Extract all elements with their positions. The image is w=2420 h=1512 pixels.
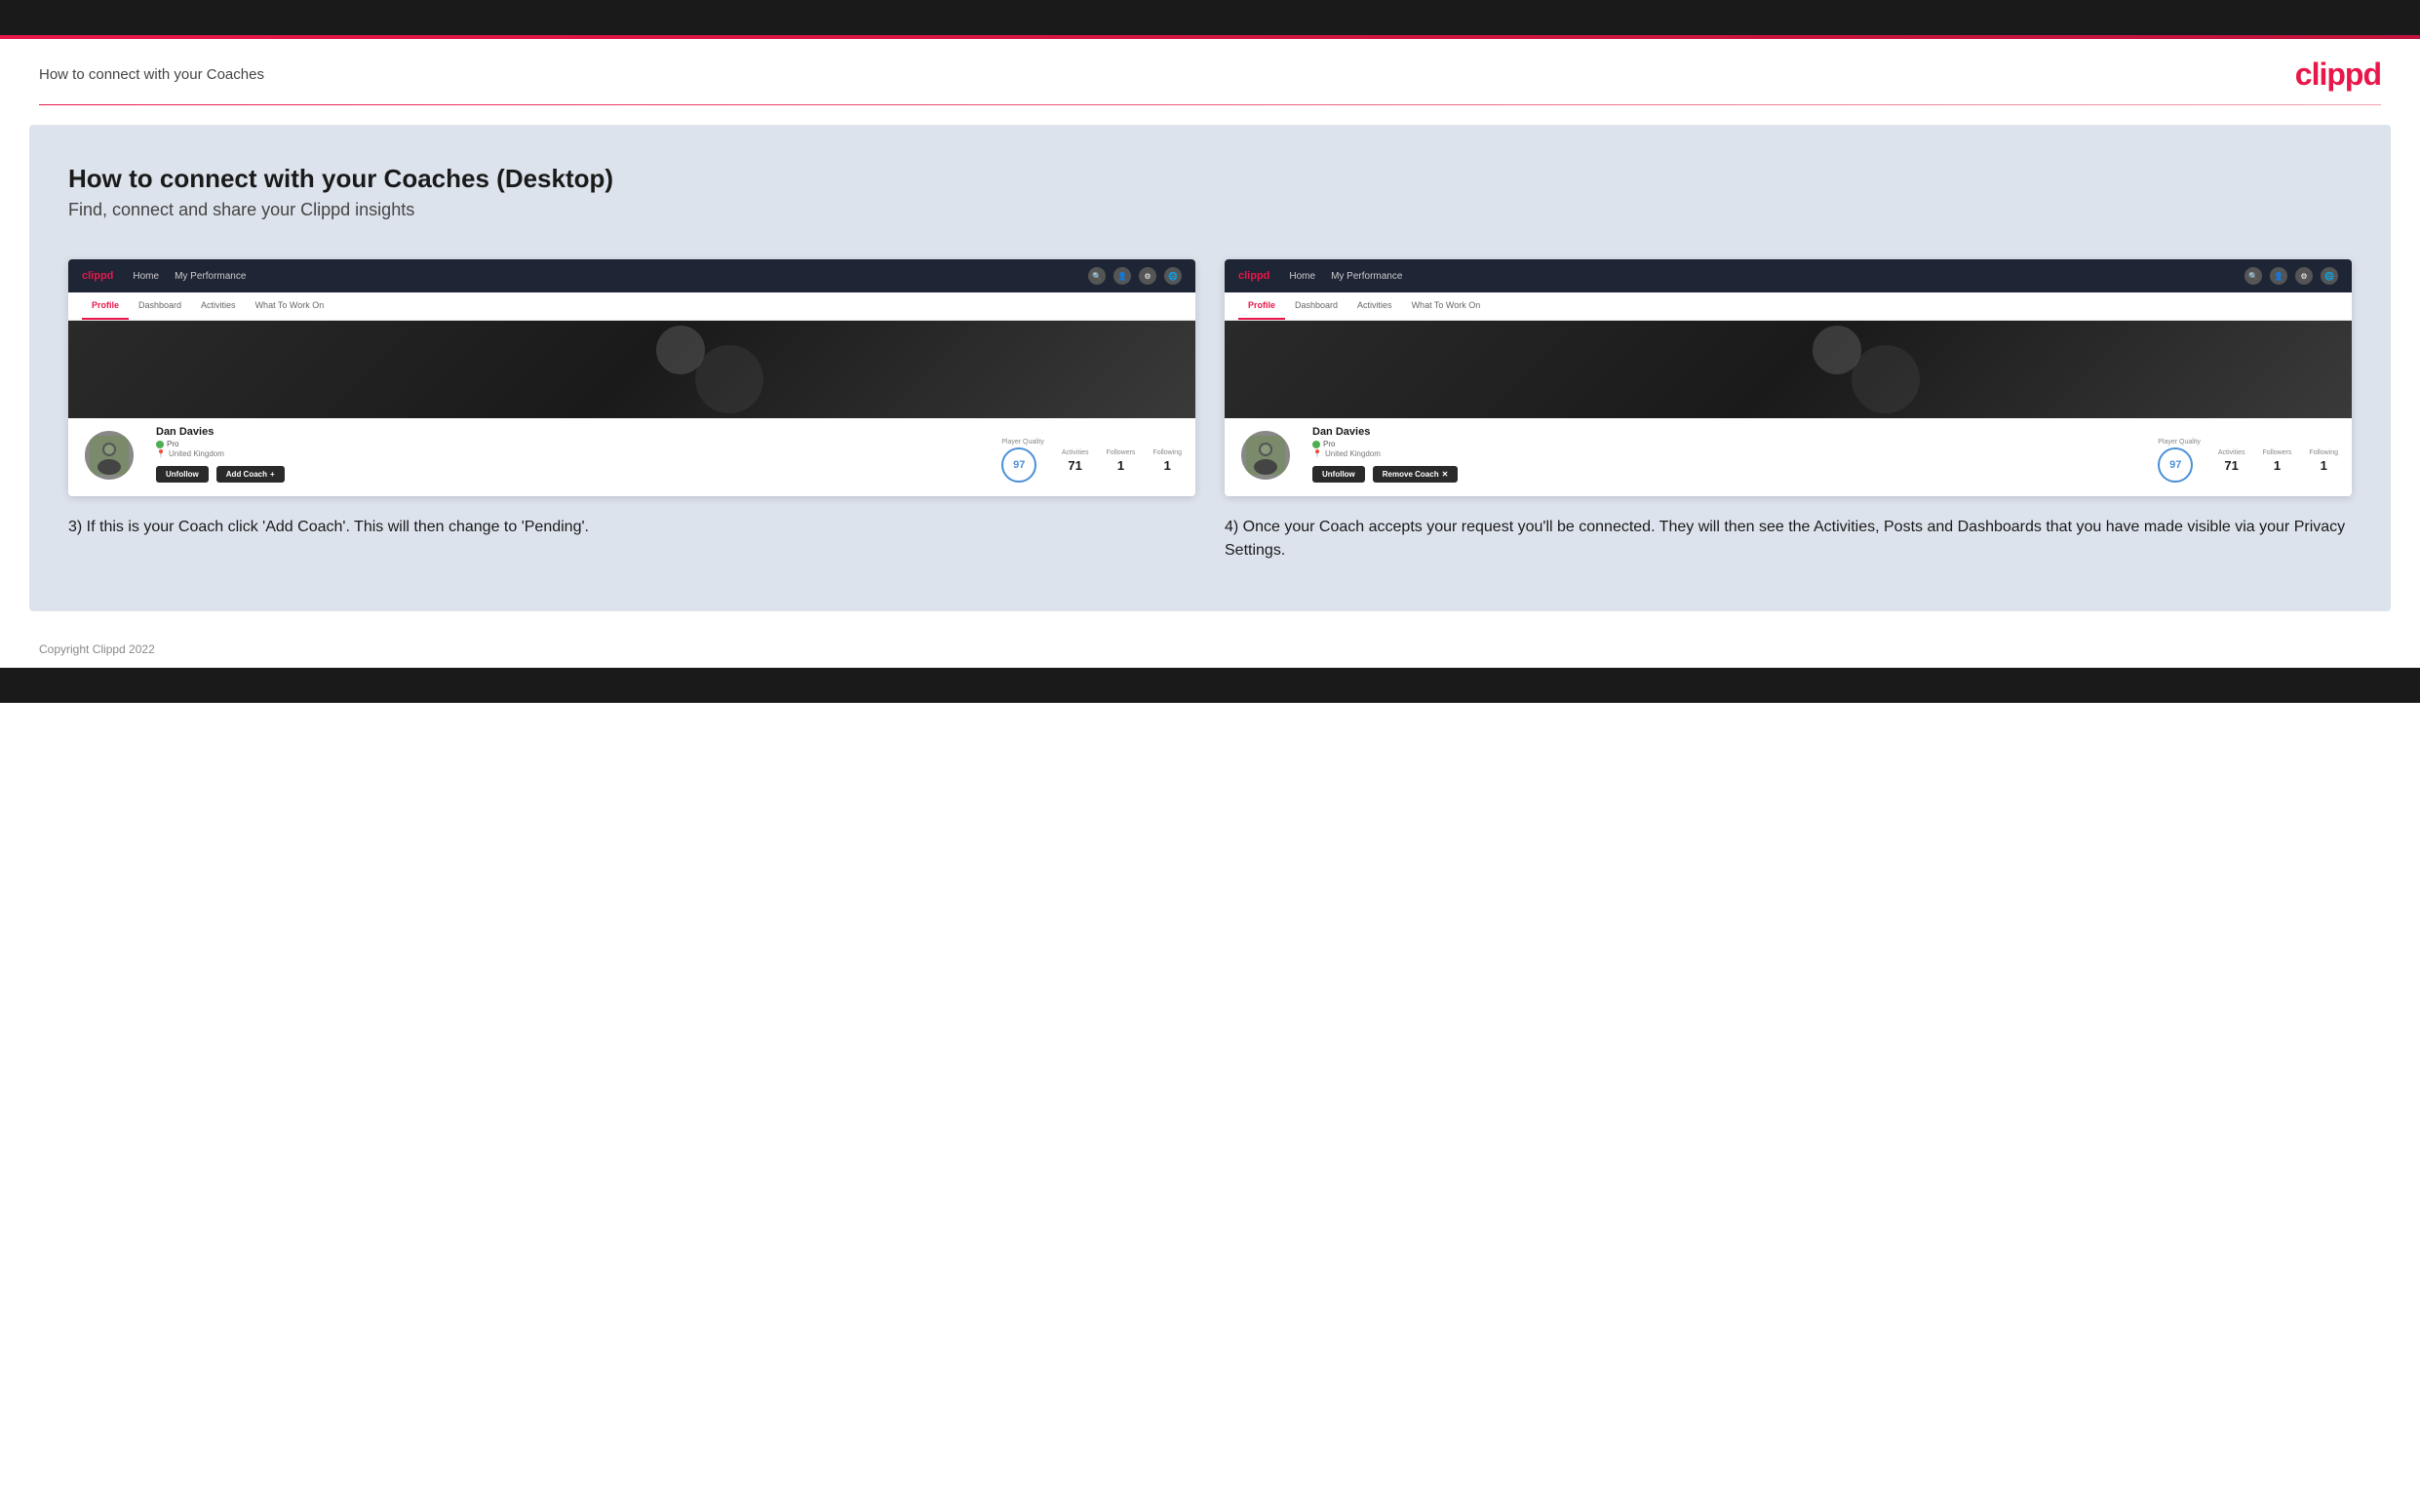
mock-avatar-2 xyxy=(1238,428,1293,483)
mock-stat-following-2: Following 1 xyxy=(2309,449,2338,473)
mock-tab-profile-1[interactable]: Profile xyxy=(82,292,129,320)
remove-coach-button-2[interactable]: Remove Coach ✕ xyxy=(1373,466,1459,483)
mock-avatar-1 xyxy=(82,428,137,483)
main-content: How to connect with your Coaches (Deskto… xyxy=(29,125,2391,611)
search-icon-1: 🔍 xyxy=(1088,267,1106,285)
mock-user-role-1: Pro xyxy=(156,440,982,448)
mock-user-info-2: Dan Davies Pro 📍 United Kingdom Unfollow xyxy=(1312,418,2138,483)
header-title: How to connect with your Coaches xyxy=(39,66,264,83)
mock-nav-home-1: Home xyxy=(133,271,159,282)
mock-tabs-1: Profile Dashboard Activities What To Wor… xyxy=(68,292,1195,321)
copyright-text: Copyright Clippd 2022 xyxy=(39,642,155,656)
mock-banner-2 xyxy=(1225,321,2352,418)
mock-logo-2: clippd xyxy=(1238,270,1269,282)
mock-tab-activities-1[interactable]: Activities xyxy=(191,292,246,320)
mock-logo-1: clippd xyxy=(82,270,113,282)
mock-tab-activities-2[interactable]: Activities xyxy=(1347,292,1402,320)
unfollow-button-1[interactable]: Unfollow xyxy=(156,466,209,483)
mock-stat-activities-2: Activities 71 xyxy=(2218,449,2245,473)
close-icon-2: ✕ xyxy=(1442,470,1449,479)
pin-icon-1: 📍 xyxy=(156,449,166,458)
mock-buttons-2: Unfollow Remove Coach ✕ xyxy=(1312,466,2138,483)
mock-navbar-1: clippd Home My Performance 🔍 👤 ⚙ 🌐 xyxy=(68,259,1195,292)
quality-circle-2: 97 xyxy=(2158,447,2193,483)
mock-stat-followers-1: Followers 1 xyxy=(1106,449,1135,473)
mock-buttons-1: Unfollow Add Coach + xyxy=(156,466,982,483)
add-coach-button-1[interactable]: Add Coach + xyxy=(216,466,285,483)
mock-stat-followers-2: Followers 1 xyxy=(2262,449,2291,473)
globe-icon-1: 🌐 xyxy=(1164,267,1182,285)
mock-tabs-2: Profile Dashboard Activities What To Wor… xyxy=(1225,292,2352,321)
unfollow-button-2[interactable]: Unfollow xyxy=(1312,466,1365,483)
verified-icon-1 xyxy=(156,441,164,448)
header: How to connect with your Coaches clippd xyxy=(0,39,2420,104)
mock-profile-content-2: Dan Davies Pro 📍 United Kingdom Unfollow xyxy=(1225,418,2352,496)
browser-mock-2: clippd Home My Performance 🔍 👤 ⚙ 🌐 Profi… xyxy=(1225,259,2352,496)
header-divider xyxy=(39,104,2381,105)
mock-nav-performance-1: My Performance xyxy=(175,271,246,282)
mock-stats-1: Player Quality 97 Activities 71 Follower xyxy=(1001,427,1182,483)
mock-banner-1 xyxy=(68,321,1195,418)
mock-profile-area-2: Dan Davies Pro 📍 United Kingdom Unfollow xyxy=(1225,321,2352,496)
top-bar xyxy=(0,0,2420,35)
step-description-2: 4) Once your Coach accepts your request … xyxy=(1225,516,2352,562)
mock-stat-quality-2: Player Quality 97 xyxy=(2158,439,2201,483)
mock-nav-items-1: Home My Performance xyxy=(133,271,1069,282)
mock-tab-whattoworkon-1[interactable]: What To Work On xyxy=(246,292,334,320)
column-2: clippd Home My Performance 🔍 👤 ⚙ 🌐 Profi… xyxy=(1225,259,2352,562)
clippd-logo: clippd xyxy=(2295,57,2381,93)
mock-avatar-wrapper-1 xyxy=(82,428,137,483)
mock-user-name-2: Dan Davies xyxy=(1312,426,2138,438)
mock-avatar-wrapper-2 xyxy=(1238,428,1293,483)
mock-tab-dashboard-2[interactable]: Dashboard xyxy=(1285,292,1347,320)
step-description-1: 3) If this is your Coach click 'Add Coac… xyxy=(68,516,1195,539)
verified-icon-2 xyxy=(1312,441,1320,448)
bottom-bar xyxy=(0,668,2420,703)
mock-stat-quality-1: Player Quality 97 xyxy=(1001,439,1044,483)
mock-user-location-2: 📍 United Kingdom xyxy=(1312,449,2138,458)
user-icon-1: 👤 xyxy=(1113,267,1131,285)
mock-user-role-2: Pro xyxy=(1312,440,2138,448)
footer: Copyright Clippd 2022 xyxy=(0,631,2420,668)
mock-stats-2: Player Quality 97 Activities 71 Follower xyxy=(2158,427,2338,483)
mock-nav-icons-2: 🔍 👤 ⚙ 🌐 xyxy=(2244,267,2338,285)
column-1: clippd Home My Performance 🔍 👤 ⚙ 🌐 Profi… xyxy=(68,259,1195,562)
mock-profile-content-1: Dan Davies Pro 📍 United Kingdom Unfollow xyxy=(68,418,1195,496)
bell-icon-1: ⚙ xyxy=(1139,267,1156,285)
mock-navbar-2: clippd Home My Performance 🔍 👤 ⚙ 🌐 xyxy=(1225,259,2352,292)
mock-tab-whattoworkon-2[interactable]: What To Work On xyxy=(1402,292,1491,320)
mock-nav-icons-1: 🔍 👤 ⚙ 🌐 xyxy=(1088,267,1182,285)
globe-icon-2: 🌐 xyxy=(2321,267,2338,285)
pin-icon-2: 📍 xyxy=(1312,449,1322,458)
mock-banner-overlay-2 xyxy=(1225,321,2352,418)
columns-container: clippd Home My Performance 🔍 👤 ⚙ 🌐 Profi… xyxy=(68,259,2352,562)
plus-icon-1: + xyxy=(270,470,275,479)
browser-mock-1: clippd Home My Performance 🔍 👤 ⚙ 🌐 Profi… xyxy=(68,259,1195,496)
mock-tab-dashboard-1[interactable]: Dashboard xyxy=(129,292,191,320)
mock-banner-overlay-1 xyxy=(68,321,1195,418)
mock-stat-activities-1: Activities 71 xyxy=(1062,449,1089,473)
bell-icon-2: ⚙ xyxy=(2295,267,2313,285)
mock-nav-items-2: Home My Performance xyxy=(1289,271,2225,282)
section-subtitle: Find, connect and share your Clippd insi… xyxy=(68,200,2352,220)
mock-profile-area-1: Dan Davies Pro 📍 United Kingdom Unfollow xyxy=(68,321,1195,496)
mock-nav-home-2: Home xyxy=(1289,271,1315,282)
mock-user-location-1: 📍 United Kingdom xyxy=(156,449,982,458)
search-icon-2: 🔍 xyxy=(2244,267,2262,285)
mock-user-name-1: Dan Davies xyxy=(156,426,982,438)
mock-tab-profile-2[interactable]: Profile xyxy=(1238,292,1285,320)
section-title: How to connect with your Coaches (Deskto… xyxy=(68,164,2352,194)
quality-circle-1: 97 xyxy=(1001,447,1036,483)
mock-stat-following-1: Following 1 xyxy=(1152,449,1182,473)
mock-user-info-1: Dan Davies Pro 📍 United Kingdom Unfollow xyxy=(156,418,982,483)
mock-nav-performance-2: My Performance xyxy=(1331,271,1402,282)
user-icon-2: 👤 xyxy=(2270,267,2287,285)
